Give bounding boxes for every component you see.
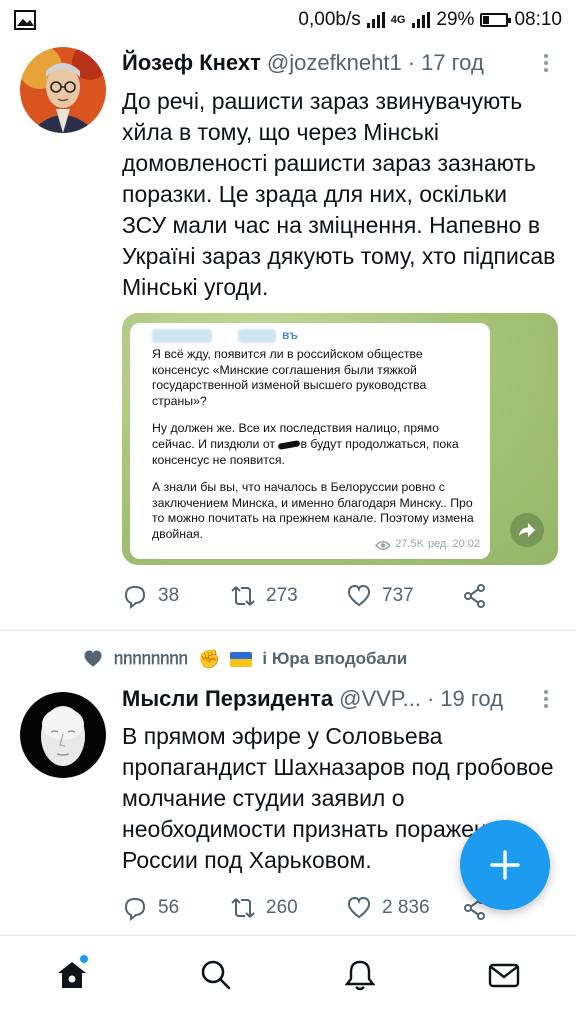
- tweet-text: До речі, рашисти зараз звинувачують хйла…: [122, 88, 556, 300]
- reply-count: 38: [158, 585, 180, 606]
- tweet-divider: [0, 630, 576, 631]
- redaction-mark: [278, 439, 301, 450]
- plus-icon: [490, 850, 520, 880]
- author-handle[interactable]: @jozefkneht1: [267, 50, 402, 76]
- tweet-header: Мысли Перзидента @VVP... · 19 год: [122, 686, 556, 712]
- liked-by-text: і Юра вподобали: [262, 649, 408, 668]
- forward-icon: [510, 513, 544, 547]
- signal-icon: [366, 12, 385, 28]
- search-icon: [201, 960, 231, 990]
- heart-icon: [347, 896, 371, 919]
- new-content-dot: [80, 955, 88, 963]
- tweet-time: 17 год: [421, 50, 484, 75]
- author-name[interactable]: Йозеф Кнехт: [122, 50, 261, 76]
- reply-count: 56: [158, 897, 180, 918]
- like-button[interactable]: 2 836: [346, 895, 462, 921]
- tweet-actions: 38 273 737: [122, 583, 556, 609]
- heart-filled-icon: [84, 650, 102, 667]
- fist-icon: ✊: [197, 648, 221, 669]
- separator-dot: ·: [426, 686, 435, 711]
- retweet-button[interactable]: 273: [230, 583, 346, 609]
- retweet-button[interactable]: 260: [230, 895, 346, 921]
- bottom-nav: [0, 935, 576, 1024]
- message-paragraph: Я всё жду, появится ли в российском обще…: [152, 347, 427, 408]
- tweet-media-image[interactable]: въ Я всё жду, появится ли в российском о…: [122, 313, 558, 565]
- signal-icon-2: [412, 12, 431, 28]
- reply-button[interactable]: 38: [122, 583, 230, 609]
- like-button[interactable]: 737: [346, 583, 462, 609]
- eye-icon: [375, 540, 392, 550]
- more-options-icon[interactable]: [536, 54, 556, 72]
- network-type: 4G: [390, 14, 406, 26]
- share-icon: [464, 584, 485, 608]
- view-count: 27.5K: [395, 538, 424, 551]
- message-sender: въ: [152, 328, 298, 343]
- message-meta: 27.5K ред. 20:02: [375, 537, 480, 553]
- retweet-count: 273: [266, 585, 298, 606]
- share-button[interactable]: [462, 583, 488, 609]
- home-icon: [58, 962, 86, 988]
- reply-icon: [124, 585, 146, 609]
- liker-name: ᥒᥒᥒᥒᥒᥒᥒᥒ: [114, 649, 188, 668]
- avatar[interactable]: [20, 692, 106, 778]
- notifications-icon: [344, 960, 376, 991]
- like-count: 737: [382, 585, 414, 606]
- battery-icon: [480, 13, 512, 27]
- more-options-icon[interactable]: [536, 690, 556, 708]
- author-handle[interactable]: @VVP...: [339, 686, 421, 712]
- reply-button[interactable]: 56: [122, 895, 230, 921]
- tweet-header: Йозеф Кнехт @jozefkneht1 · 17 год: [122, 50, 556, 76]
- status-bar: 0,00b/s 4G 29% 08:10: [0, 0, 576, 40]
- gallery-icon: [14, 10, 36, 30]
- clock: 08:10: [514, 9, 562, 30]
- reply-icon: [124, 897, 146, 921]
- network-speed: 0,00b/s: [298, 9, 361, 30]
- author-name[interactable]: Мысли Перзидента: [122, 686, 333, 712]
- battery-percent: 29%: [436, 9, 475, 30]
- edited-time: ред. 20:02: [427, 538, 480, 551]
- nav-messages[interactable]: [474, 945, 534, 1005]
- telegram-message: въ Я всё жду, появится ли в российском о…: [130, 323, 490, 559]
- messages-icon: [488, 963, 520, 988]
- nav-notifications[interactable]: [330, 945, 390, 1005]
- retweet-icon: [231, 586, 255, 606]
- separator-dot: ·: [407, 50, 416, 75]
- compose-tweet-button[interactable]: [460, 820, 550, 910]
- avatar[interactable]: [20, 47, 106, 133]
- message-paragraph: Ну должен же. Все их последствия налицо,…: [152, 421, 480, 468]
- message-paragraph: А знали бы вы, что началось в Белоруссии…: [152, 480, 474, 541]
- ukraine-flag-icon: [230, 651, 253, 667]
- heart-icon: [347, 584, 371, 607]
- retweet-count: 260: [266, 897, 298, 918]
- tweet-time: 19 год: [440, 686, 504, 711]
- nav-home[interactable]: [42, 945, 102, 1005]
- like-count: 2 836: [382, 897, 430, 918]
- social-context[interactable]: ᥒᥒᥒᥒᥒᥒᥒᥒ ✊ і Юра вподобали: [82, 648, 556, 670]
- retweet-icon: [231, 898, 255, 918]
- nav-search[interactable]: [186, 945, 246, 1005]
- sender-name-tail: въ: [282, 328, 298, 343]
